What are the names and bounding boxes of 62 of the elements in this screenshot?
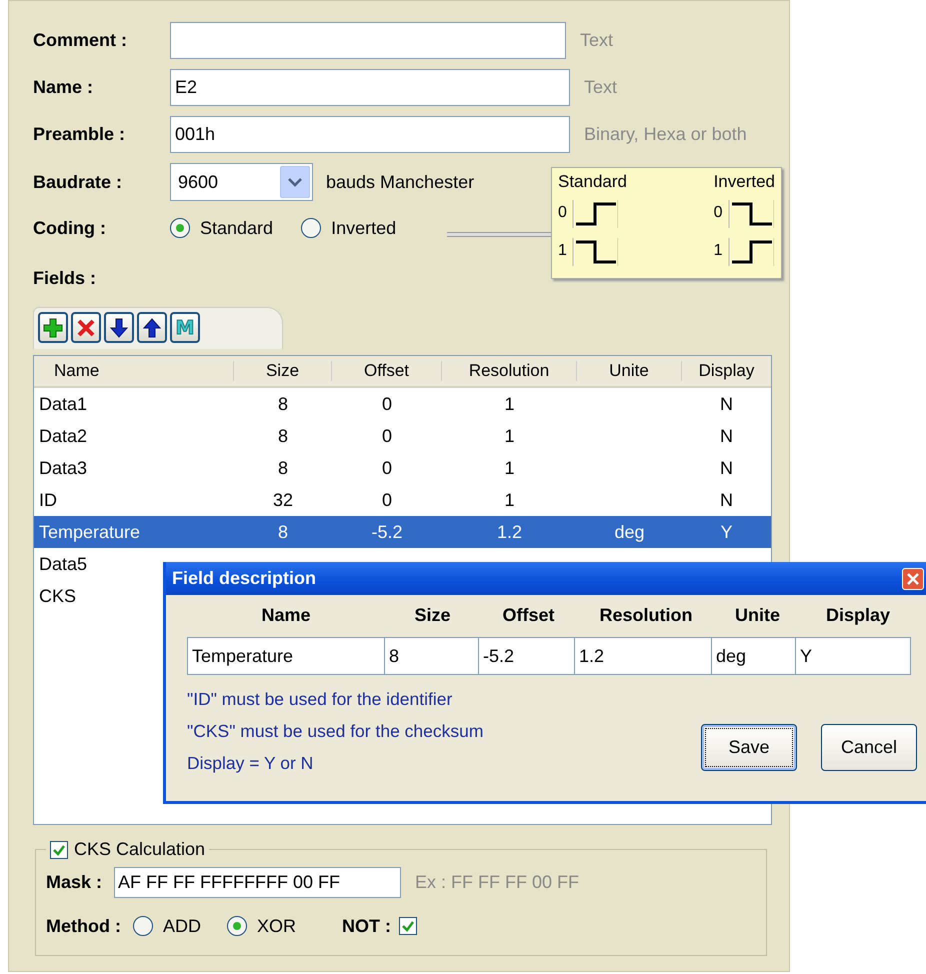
table-cell-text: 1.2: [496, 522, 524, 542]
table-cell-text: deg: [613, 522, 646, 542]
bit-label: 0: [558, 204, 568, 222]
table-cell-text: ID: [38, 490, 58, 510]
table-cell-text: 8: [276, 522, 289, 542]
column-header: Offset: [501, 605, 556, 627]
table-cell-text: N: [719, 490, 734, 510]
table-cell-text: 8: [276, 458, 289, 478]
bit-label: 1: [558, 242, 568, 260]
table-cell-text: -5.2: [370, 522, 404, 542]
column-header: Name: [260, 605, 312, 627]
field-label: Coding :: [33, 218, 107, 238]
table-cell-text: Temperature: [38, 522, 142, 542]
hint-text: Ex : FF FF FF 00 FF: [415, 872, 580, 892]
table-cell-text: 8: [276, 426, 289, 446]
radio-label: Standard: [200, 218, 274, 238]
bit-label: 0: [714, 204, 724, 222]
field-label: Baudrate :: [33, 172, 124, 192]
radio-label: Inverted: [331, 218, 396, 238]
table-cell-text: 1: [503, 458, 516, 478]
radio-label: ADD: [162, 916, 201, 936]
table-cell-text: N: [719, 394, 734, 414]
field-label: Name :: [33, 77, 94, 98]
table-cell-text: Data1: [38, 394, 88, 414]
table-cell-text: 8: [276, 394, 289, 414]
table-cell-text: 1: [503, 394, 516, 414]
table-cell-text: 0: [380, 394, 393, 414]
table-cell-text: 0: [380, 426, 393, 446]
hint-text: Text: [584, 77, 618, 98]
note-text: "ID" must be used for the identifier: [187, 688, 454, 711]
table-cell-text: Y: [719, 522, 734, 542]
legend-title: Inverted: [714, 172, 775, 192]
table-cell-text: N: [719, 426, 734, 446]
bit-label: 1: [714, 242, 724, 260]
field-label: Method :: [46, 916, 121, 936]
column-header: Resolution: [598, 605, 694, 627]
field-label: NOT :: [342, 916, 392, 936]
note-text: Display = Y or N: [187, 752, 314, 775]
checkbox-label: CKS Calculation: [74, 839, 206, 860]
unit-label: bauds Manchester: [326, 172, 474, 192]
field-label: Preamble :: [33, 124, 126, 145]
radio-label: XOR: [257, 916, 296, 936]
column-header: Unite: [734, 605, 781, 627]
dialog-title: Field description: [171, 568, 316, 589]
table-cell-text: Data2: [38, 426, 88, 446]
column-header: Display: [824, 605, 892, 627]
table-cell-text: N: [719, 458, 734, 478]
table-cell-text: 0: [380, 458, 393, 478]
section-label: Fields :: [33, 268, 98, 288]
field-label: Mask :: [46, 872, 102, 892]
table-cell-text: 1: [503, 426, 516, 446]
table-cell-text: 1: [503, 490, 516, 510]
legend-title: Standard: [558, 172, 627, 192]
column-header: Size: [413, 605, 452, 627]
table-cell-text: Data3: [38, 458, 88, 478]
hint-text: Text: [580, 30, 614, 51]
table-cell-text: 32: [272, 490, 294, 510]
field-label: Comment :: [33, 30, 128, 51]
table-cell-text: CKS: [38, 586, 78, 606]
note-text: "CKS" must be used for the checksum: [187, 720, 484, 743]
table-cell-text: 0: [380, 490, 393, 510]
hint-text: Binary, Hexa or both: [584, 124, 747, 145]
